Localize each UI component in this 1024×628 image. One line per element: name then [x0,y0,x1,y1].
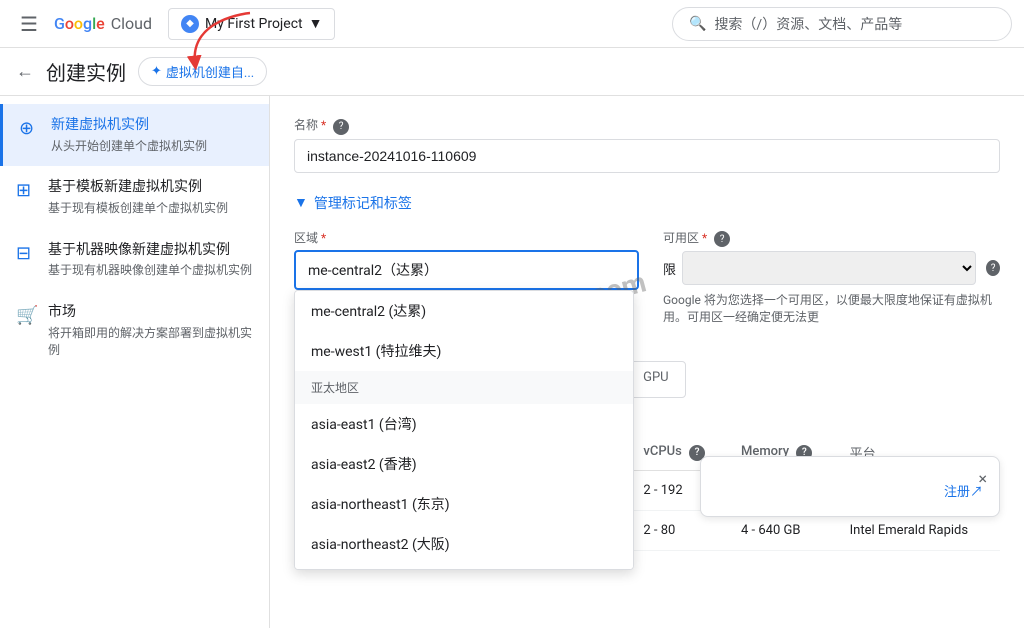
region-label: 区域 * [294,229,639,246]
zone-limit-label: 限 [663,259,676,278]
image-vm-title: 基于机器映像新建虚拟机实例 [48,241,252,261]
region-form-group: 区域 * me-central2（达累） me-central2 (达累) me… [294,229,639,326]
project-name: My First Project [205,16,303,32]
zone-help-icon[interactable]: ? [714,231,730,247]
marketplace-title: 市场 [48,303,253,323]
sub-navigation: ← 创建实例 ✦ 虚拟机创建自... [0,48,1024,96]
region-option-asia-northeast1[interactable]: asia-northeast1 (东京) [295,484,633,524]
template-vm-title: 基于模板新建虚拟机实例 [48,178,228,198]
menu-icon[interactable]: ☰ [12,4,46,44]
region-dropdown-menu: me-central2 (达累) me-west1 (特拉维夫) 亚太地区 as… [294,290,634,570]
template-vm-desc: 基于现有模板创建单个虚拟机实例 [48,200,228,217]
sidebar-item-marketplace[interactable]: 🛒 市场 将开箱即用的解决方案部署到虚拟机实例 [0,291,269,370]
region-section-asia: 亚太地区 [295,371,633,404]
cloud-logo-text: Cloud [111,14,152,33]
region-current-value: me-central2（达累） [308,260,438,280]
name-label: 名称 * ? [294,116,1000,135]
search-icon: 🔍 [689,16,706,32]
region-option-asia-northeast2[interactable]: asia-northeast2 (大阪) [295,524,633,564]
name-input[interactable] [294,139,1000,173]
name-required: * [321,118,326,132]
content-area: 名称 * ? ▼ 管理标记和标签 区域 * me-central2（达累） [270,96,1024,628]
new-vm-title: 新建虚拟机实例 [51,116,207,136]
new-vm-desc: 从头开始创建单个虚拟机实例 [51,138,207,155]
image-vm-desc: 基于现有机器映像创建单个虚拟机实例 [48,262,252,279]
zone-label: 可用区 * ? [663,229,1000,248]
zone-form-group: 可用区 * ? 限 ? Google 将为您选择一个可用区，以便最大限度地保证有… [655,229,1000,326]
dropdown-arrow-icon: ▼ [309,15,323,32]
marketplace-desc: 将开箱即用的解决方案部署到虚拟机实例 [48,325,253,359]
page-title: 创建实例 [46,57,126,86]
main-layout: ⊕ 新建虚拟机实例 从头开始创建单个虚拟机实例 ⊞ 基于模板新建虚拟机实例 基于… [0,96,1024,628]
zone-select-help-icon[interactable]: ? [986,260,1000,276]
search-placeholder: 搜索（/）资源、文档、产品等 [714,14,902,34]
region-option-me-west1[interactable]: me-west1 (特拉维夫) [295,331,633,371]
name-help-icon[interactable]: ? [333,119,349,135]
chip-label: 虚拟机创建自... [166,62,254,81]
notification-box: × 注册↗ [700,456,1000,517]
region-zone-row: 区域 * me-central2（达累） me-central2 (达累) me… [294,229,1000,346]
image-vm-icon: ⊟ [16,243,36,264]
template-vm-icon: ⊞ [16,180,36,201]
sidebar: ⊕ 新建虚拟机实例 从头开始创建单个虚拟机实例 ⊞ 基于模板新建虚拟机实例 基于… [0,96,270,628]
zone-description: Google 将为您选择一个可用区，以便最大限度地保证有虚拟机用。可用区一经确定… [663,291,1000,325]
vm-creation-chip[interactable]: ✦ 虚拟机创建自... [138,57,267,86]
chip-icon: ✦ [151,64,162,79]
management-tags-section[interactable]: ▼ 管理标记和标签 [294,193,1000,213]
marketplace-icon: 🛒 [16,305,36,326]
zone-select[interactable] [682,251,976,285]
sidebar-item-new-vm[interactable]: ⊕ 新建虚拟机实例 从头开始创建单个虚拟机实例 [0,104,269,166]
region-dropdown-container: me-central2（达累） me-central2 (达累) me-west… [294,250,639,290]
new-vm-icon: ⊕ [19,118,39,139]
notif-register-link[interactable]: 注册↗ [944,481,983,500]
project-selector[interactable]: ◆ My First Project ▼ [168,8,335,40]
top-navigation: ☰ Google Cloud ◆ My First Project ▼ 🔍 搜索… [0,0,1024,48]
google-logo-text: Google [54,14,105,33]
sidebar-item-image-vm[interactable]: ⊟ 基于机器映像新建虚拟机实例 基于现有机器映像创建单个虚拟机实例 [0,229,269,291]
region-option-asia-east2[interactable]: asia-east2 (香港) [295,444,633,484]
back-button[interactable]: ← [16,61,34,82]
region-dropdown-trigger[interactable]: me-central2（达累） [294,250,639,290]
chevron-down-icon: ▼ [294,194,308,211]
region-option-asia-northeast3[interactable]: asia-northeast3 (首尔) [295,564,633,570]
notif-close-button[interactable]: × [978,469,987,488]
google-cloud-logo: Google Cloud [54,14,152,33]
region-option-me-central2[interactable]: me-central2 (达累) [295,291,633,331]
tab-gpu[interactable]: GPU [626,361,686,398]
name-form-group: 名称 * ? [294,116,1000,173]
region-option-asia-east1[interactable]: asia-east1 (台湾) [295,404,633,444]
search-bar[interactable]: 🔍 搜索（/）资源、文档、产品等 [672,7,1012,41]
section-label: 管理标记和标签 [314,193,412,213]
sidebar-item-template-vm[interactable]: ⊞ 基于模板新建虚拟机实例 基于现有模板创建单个虚拟机实例 [0,166,269,228]
project-icon: ◆ [181,15,199,33]
